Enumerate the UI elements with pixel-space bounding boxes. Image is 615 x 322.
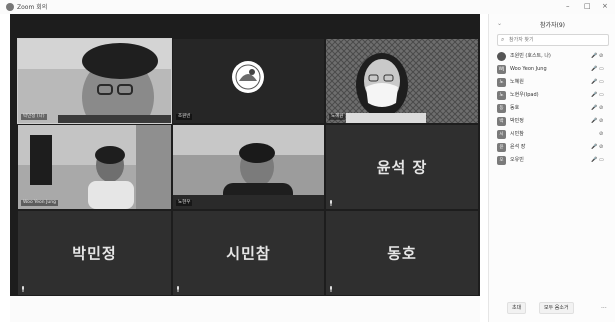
microphone-icon: 🎤 [591, 157, 598, 163]
participant-row[interactable]: WJ Woo Yeon Jung 🎤 ▭ [495, 63, 613, 76]
avatar: WJ [497, 65, 506, 74]
participant-name: 박민정 [510, 118, 524, 124]
avatar [497, 52, 506, 61]
participant-name: 조원빈 (호스트, 나) [510, 53, 551, 59]
participant-name-label: 노혜원 [329, 114, 346, 120]
participant-row[interactable]: 박 박민정 🎤 ⊘ [495, 115, 613, 128]
participant-name-label: 박민정 (나) [21, 114, 47, 120]
avatar: 동 [497, 104, 506, 113]
camera-icon: ▭ [599, 79, 604, 85]
participant-name: Woo Yeon Jung [510, 66, 547, 72]
participant-name-label: 조원빈 [176, 114, 193, 120]
participant-video [18, 39, 171, 123]
participant-video [173, 125, 324, 209]
participants-panel: ⌄ 참가자(9) ⌕ 참가자 찾기 조원빈 (호스트, 나) 🎤 ⊘ WJ Wo… [488, 14, 615, 322]
video-tile[interactable]: 노현우 [173, 125, 324, 209]
camera-icon: ▭ [599, 157, 604, 163]
camera-off-icon: ⊘ [599, 105, 604, 111]
avatar: 시 [497, 130, 506, 139]
participant-list: 조원빈 (호스트, 나) 🎤 ⊘ WJ Woo Yeon Jung 🎤 ▭ 노 … [495, 50, 613, 167]
video-tile[interactable]: 동호 [326, 211, 478, 295]
camera-off-icon: ⊘ [599, 53, 604, 59]
more-options-icon[interactable]: ... [601, 302, 607, 312]
camera-off-icon: ⊘ [599, 118, 604, 124]
participant-display-name: 동호 [387, 244, 417, 263]
avatar: 노 [497, 78, 506, 87]
avatar: 오 [497, 156, 506, 165]
participant-row[interactable]: 노 노혜원 🎤 ▭ [495, 76, 613, 89]
participant-logo [173, 39, 324, 123]
participant-name: 윤석 장 [510, 144, 526, 150]
video-tile[interactable]: 노혜원 [326, 39, 478, 123]
microphone-icon [177, 286, 179, 292]
microphone-icon: 🎤 [591, 118, 598, 124]
zoom-app-icon [6, 3, 14, 11]
participant-row[interactable]: 조원빈 (호스트, 나) 🎤 ⊘ [495, 50, 613, 63]
video-tile[interactable]: Woo Yeon Jung [18, 125, 171, 209]
avatar: 박 [497, 117, 506, 126]
microphone-icon: 🎤 [591, 66, 598, 72]
participant-name: 오유빈 [510, 157, 524, 163]
search-icon: ⌕ [501, 36, 505, 43]
avatar: 노 [497, 91, 506, 100]
meeting-controls-bar [10, 296, 480, 322]
microphone-icon: 🎤 [591, 144, 598, 150]
microphone-icon: 🎤 [591, 53, 598, 59]
participant-video [326, 39, 478, 123]
invite-button[interactable]: 초대 [507, 302, 527, 314]
minimize-button[interactable]: – [566, 2, 570, 11]
title-bar: Zoom 회의 – □ × [0, 0, 615, 14]
participant-row[interactable]: 윤 윤석 장 🎤 ⊘ [495, 141, 613, 154]
video-tile[interactable]: 윤석 장 [326, 125, 478, 209]
panel-header: ⌄ 참가자(9) [489, 18, 615, 30]
video-tile[interactable]: 박민정 [18, 211, 171, 295]
participant-display-name: 시민참 [226, 244, 271, 263]
participant-name-label: 노현우 [176, 200, 193, 206]
camera-icon: ▭ [599, 66, 604, 72]
participant-display-name: 박민정 [72, 244, 117, 263]
participant-row[interactable]: 노 노현우(Ipad) 🎤 ▭ [495, 89, 613, 102]
participant-name: 노혜원 [510, 79, 524, 85]
avatar: 윤 [497, 143, 506, 152]
participant-row[interactable]: 오 오유빈 🎤 ▭ [495, 154, 613, 167]
video-tile[interactable]: 박민정 (나) [17, 38, 172, 124]
microphone-icon [330, 286, 332, 292]
participant-name: 동호 [510, 105, 520, 111]
microphone-icon: 🎤 [591, 92, 598, 98]
camera-off-icon: ⊘ [599, 131, 604, 137]
participant-name-label: Woo Yeon Jung [21, 200, 58, 206]
participant-row[interactable]: 시 시민참 ⊘ [495, 128, 613, 141]
search-placeholder: 참가자 찾기 [509, 37, 534, 43]
participant-row[interactable]: 동 동호 🎤 ⊘ [495, 102, 613, 115]
maximize-button[interactable]: □ [584, 2, 591, 11]
video-tile[interactable]: 조원빈 [173, 39, 324, 123]
camera-off-icon: ⊘ [599, 144, 604, 150]
video-tile[interactable]: 시민참 [173, 211, 324, 295]
microphone-icon: 🎤 [591, 79, 598, 85]
participant-name: 시민참 [510, 131, 524, 137]
window-title: Zoom 회의 [17, 4, 48, 11]
participant-search-input[interactable]: ⌕ 참가자 찾기 [497, 34, 609, 46]
participant-video [18, 125, 171, 209]
microphone-icon [22, 286, 24, 292]
participant-display-name: 윤석 장 [376, 158, 428, 177]
participant-name: 노현우(Ipad) [510, 92, 539, 98]
camera-icon: ▭ [599, 92, 604, 98]
microphone-icon: 🎤 [591, 105, 598, 111]
mute-all-button[interactable]: 모두 음소거 [539, 302, 574, 314]
panel-title: 참가자(9) [539, 22, 566, 29]
close-button[interactable]: × [602, 2, 608, 11]
microphone-icon [330, 200, 332, 206]
